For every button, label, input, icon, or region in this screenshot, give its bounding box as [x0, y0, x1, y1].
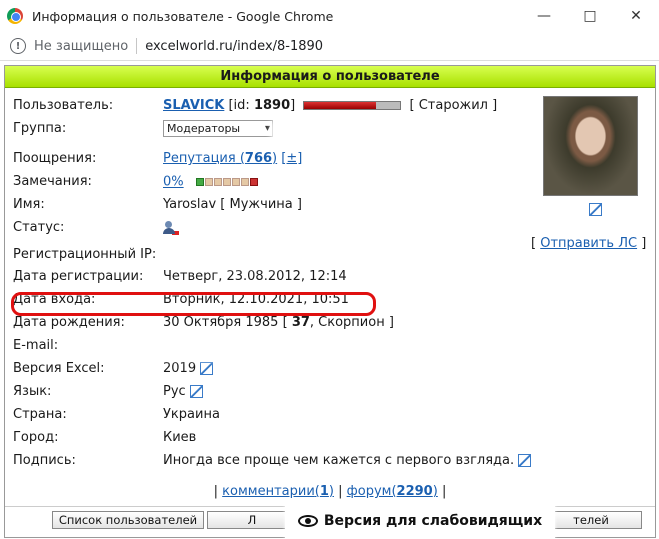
city-label: Город: [13, 430, 59, 445]
reg-ip-label: Регистрационный IP: [13, 247, 157, 262]
user-label: Пользователь: [13, 98, 114, 113]
address-divider [136, 38, 138, 54]
user-value: SLAVICK [id: 1890] [ Старожил ] [163, 96, 497, 116]
user-status-icon [163, 220, 179, 236]
window-title: Информация о пользователе - Google Chrom… [32, 8, 334, 24]
excel-label: Версия Excel: [13, 361, 105, 376]
security-label[interactable]: Не защищено [34, 39, 128, 54]
comments-count[interactable]: 1 [320, 484, 329, 499]
comments-link[interactable]: комментарии(1) [222, 484, 334, 499]
comments-label[interactable]: комментарии [222, 484, 315, 499]
third-button[interactable]: телей [540, 511, 642, 529]
id-prefix: [id: [228, 98, 250, 113]
birth-age: 37 [291, 315, 310, 330]
address-bar[interactable]: ! Не защищено excelworld.ru/index/8-1890 [0, 32, 659, 60]
lang-label: Язык: [13, 384, 52, 399]
redacted-area [275, 122, 425, 140]
chrome-icon [7, 8, 23, 24]
reputation-close[interactable]: ) [272, 151, 277, 166]
warn-minus-icon[interactable] [195, 177, 204, 186]
rank-text: [ Старожил ] [409, 98, 498, 113]
lang-value: Рус [163, 384, 186, 399]
id-suffix: ] [290, 98, 296, 113]
lang-value-wrap: Рус [163, 382, 203, 402]
low-vision-label[interactable]: Версия для слабовидящих [324, 513, 542, 529]
send-pm-link[interactable]: Отправить ЛС [540, 236, 637, 251]
url-text[interactable]: excelworld.ru/index/8-1890 [145, 39, 323, 54]
reg-date-value: Четверг, 23.08.2012, 12:14 [163, 269, 347, 284]
edit-icon[interactable] [200, 362, 214, 375]
warnings-value-wrap: 0% [163, 172, 259, 193]
forum-count[interactable]: 2290 [397, 484, 433, 499]
group-select[interactable]: Модераторы [163, 120, 273, 137]
group-label: Группа: [13, 121, 67, 136]
warnings-link[interactable]: 0% [163, 175, 184, 190]
close-button[interactable]: ✕ [613, 0, 659, 32]
minimize-button[interactable]: — [521, 0, 567, 32]
edit-icon[interactable] [189, 385, 203, 398]
reputation-open[interactable]: ( [236, 151, 245, 166]
redacted-area [143, 336, 263, 356]
footer-sep: | [333, 484, 347, 499]
maximize-button[interactable]: □ [567, 0, 613, 32]
status-value [163, 218, 179, 238]
group-value-wrap: Модераторы [163, 119, 273, 139]
rewards-label: Поощрения: [13, 151, 97, 166]
page-content: Информация о пользователе Пользователь: … [0, 60, 659, 539]
warnings-bar [195, 172, 259, 192]
avatar [543, 96, 638, 196]
birth-date: 30 Октября 1985 [ [163, 315, 288, 330]
warn-plus-icon[interactable] [249, 177, 258, 186]
id-value: 1890 [253, 98, 291, 113]
title-bar: Информация о пользователе - Google Chrom… [0, 0, 659, 32]
pm-bracket-close: ] [637, 236, 647, 251]
reputation-count[interactable]: 766 [245, 151, 272, 166]
reputation-link[interactable]: Репутация [163, 151, 236, 166]
footer-sep: | [437, 484, 447, 499]
warn-cell [204, 177, 213, 186]
reputation-bar [303, 101, 402, 110]
signature-value-wrap: Иногда все проще чем кажется с первого в… [163, 451, 532, 471]
forum-link[interactable]: форум(2290) [347, 484, 438, 499]
name-label: Имя: [13, 197, 45, 212]
edit-icon[interactable] [518, 454, 532, 467]
name-value: Yaroslav [ Мужчина ] [163, 197, 302, 212]
status-label: Статус: [13, 220, 65, 235]
not-secure-icon[interactable]: ! [10, 38, 26, 54]
signature-label: Подпись: [13, 453, 76, 468]
country-value: Украина [163, 407, 220, 422]
rewards-value: Репутация (766) [±] [163, 149, 302, 169]
low-vision-button[interactable]: Версия для слабовидящих [285, 503, 555, 539]
warn-cell [213, 177, 222, 186]
reg-date-label: Дата регистрации: [13, 269, 144, 284]
excel-value: 2019 [163, 361, 197, 376]
birth-label: Дата рождения: [13, 315, 125, 330]
birth-sign: , Скорпион ] [309, 315, 394, 330]
user-info-panel: Информация о пользователе Пользователь: … [4, 65, 656, 539]
pm-bracket-open: [ [531, 236, 541, 251]
email-label: E-mail: [13, 338, 59, 353]
warn-cell [240, 177, 249, 186]
warnings-label: Замечания: [13, 174, 92, 189]
country-label: Страна: [13, 407, 67, 422]
eye-icon [297, 515, 318, 527]
redacted-area [185, 246, 280, 264]
city-value: Киев [163, 430, 197, 445]
excel-value-wrap: 2019 [163, 359, 214, 379]
footer-sep: | [213, 484, 223, 499]
users-list-button[interactable]: Список пользователей [52, 511, 204, 529]
send-pm-row: [ Отправить ЛС ] [531, 234, 646, 254]
warn-cell [222, 177, 231, 186]
forum-label[interactable]: форум [347, 484, 392, 499]
reputation-change-link[interactable]: [±] [281, 151, 302, 166]
second-button[interactable]: Л [207, 511, 297, 529]
login-date-highlight [11, 292, 376, 316]
birth-value: 30 Октября 1985 [ 37, Скорпион ] [163, 313, 394, 333]
avatar-edit-icon[interactable] [589, 203, 602, 216]
username-link[interactable]: SLAVICK [163, 98, 224, 113]
panel-header: Информация о пользователе [5, 66, 655, 88]
footer-links: | комментарии(1) | форум(2290) | [5, 482, 655, 502]
signature-value: Иногда все проще чем кажется с первого в… [163, 453, 515, 468]
warn-cell [231, 177, 240, 186]
